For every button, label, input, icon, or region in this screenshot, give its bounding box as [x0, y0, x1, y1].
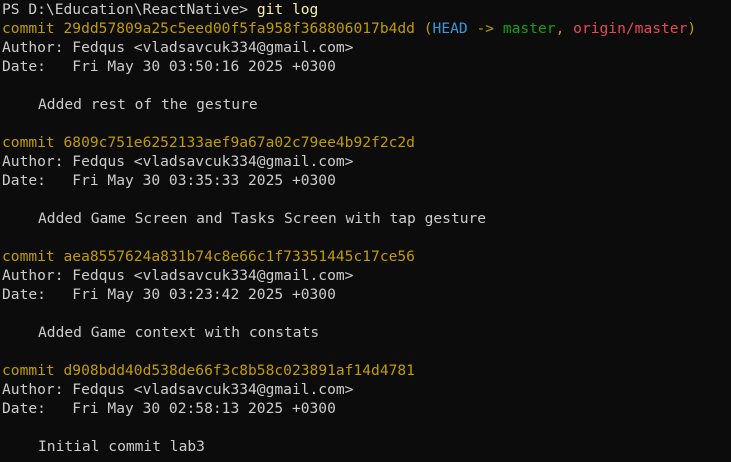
- commit-message: Added rest of the gesture: [38, 96, 258, 113]
- prompt-text: PS D:\Education\ReactNative>: [2, 1, 257, 18]
- commit-keyword: commit: [2, 248, 64, 265]
- commit-message: Added Game Screen and Tasks Screen with …: [38, 210, 487, 227]
- refs-close: ): [687, 20, 697, 37]
- commit-line: commit 29dd57809a25c5eed00f5fa958f368806…: [2, 19, 731, 38]
- prompt-line: PS D:\Education\ReactNative> git log: [2, 0, 731, 19]
- commit-date: Date: Fri May 30 03:23:42 2025 +0300: [2, 286, 336, 303]
- terminal-window[interactable]: PS D:\Education\ReactNative> git log com…: [0, 0, 731, 462]
- commit-author: Author: Fedqus <vladsavcuk334@gmail.com>: [2, 381, 354, 398]
- commit-hash: d908bdd40d538de66f3c8b58c023891af14d4781: [63, 362, 415, 379]
- commit-date: Date: Fri May 30 03:50:16 2025 +0300: [2, 58, 336, 75]
- commit-author: Author: Fedqus <vladsavcuk334@gmail.com>: [2, 267, 354, 284]
- commit-keyword: commit: [2, 20, 64, 37]
- refs-open: (: [414, 20, 433, 37]
- ref-separator: ,: [555, 20, 574, 37]
- commit-date: Date: Fri May 30 03:35:33 2025 +0300: [2, 172, 336, 189]
- commit-line: commit d908bdd40d538de66f3c8b58c023891af…: [2, 361, 731, 380]
- commit-line: commit 6809c751e6252133aef9a67a02c79ee4b…: [2, 133, 731, 152]
- ref-head: HEAD: [432, 20, 468, 37]
- commit-hash: aea8557624a831b74c8e66c1f73351445c17ce56: [63, 248, 415, 265]
- commit-keyword: commit: [2, 362, 64, 379]
- commit-hash: 6809c751e6252133aef9a67a02c79ee4b92f2c2d: [63, 134, 415, 151]
- commit-author: Author: Fedqus <vladsavcuk334@gmail.com>: [2, 39, 354, 56]
- commit-date: Date: Fri May 30 02:58:13 2025 +0300: [2, 400, 336, 417]
- ref-arrow: ->: [467, 20, 503, 37]
- commit-message: Initial commit lab3: [38, 438, 205, 455]
- commit-message: Added Game context with constats: [38, 324, 320, 341]
- commit-line: commit aea8557624a831b74c8e66c1f73351445…: [2, 247, 731, 266]
- ref-remote-branch: origin/master: [573, 20, 688, 37]
- commit-hash: 29dd57809a25c5eed00f5fa958f368806017b4dd: [63, 20, 415, 37]
- ref-local-branch: master: [502, 20, 556, 37]
- commit-author: Author: Fedqus <vladsavcuk334@gmail.com>: [2, 153, 354, 170]
- commit-keyword: commit: [2, 134, 64, 151]
- command-text: git log: [256, 1, 319, 18]
